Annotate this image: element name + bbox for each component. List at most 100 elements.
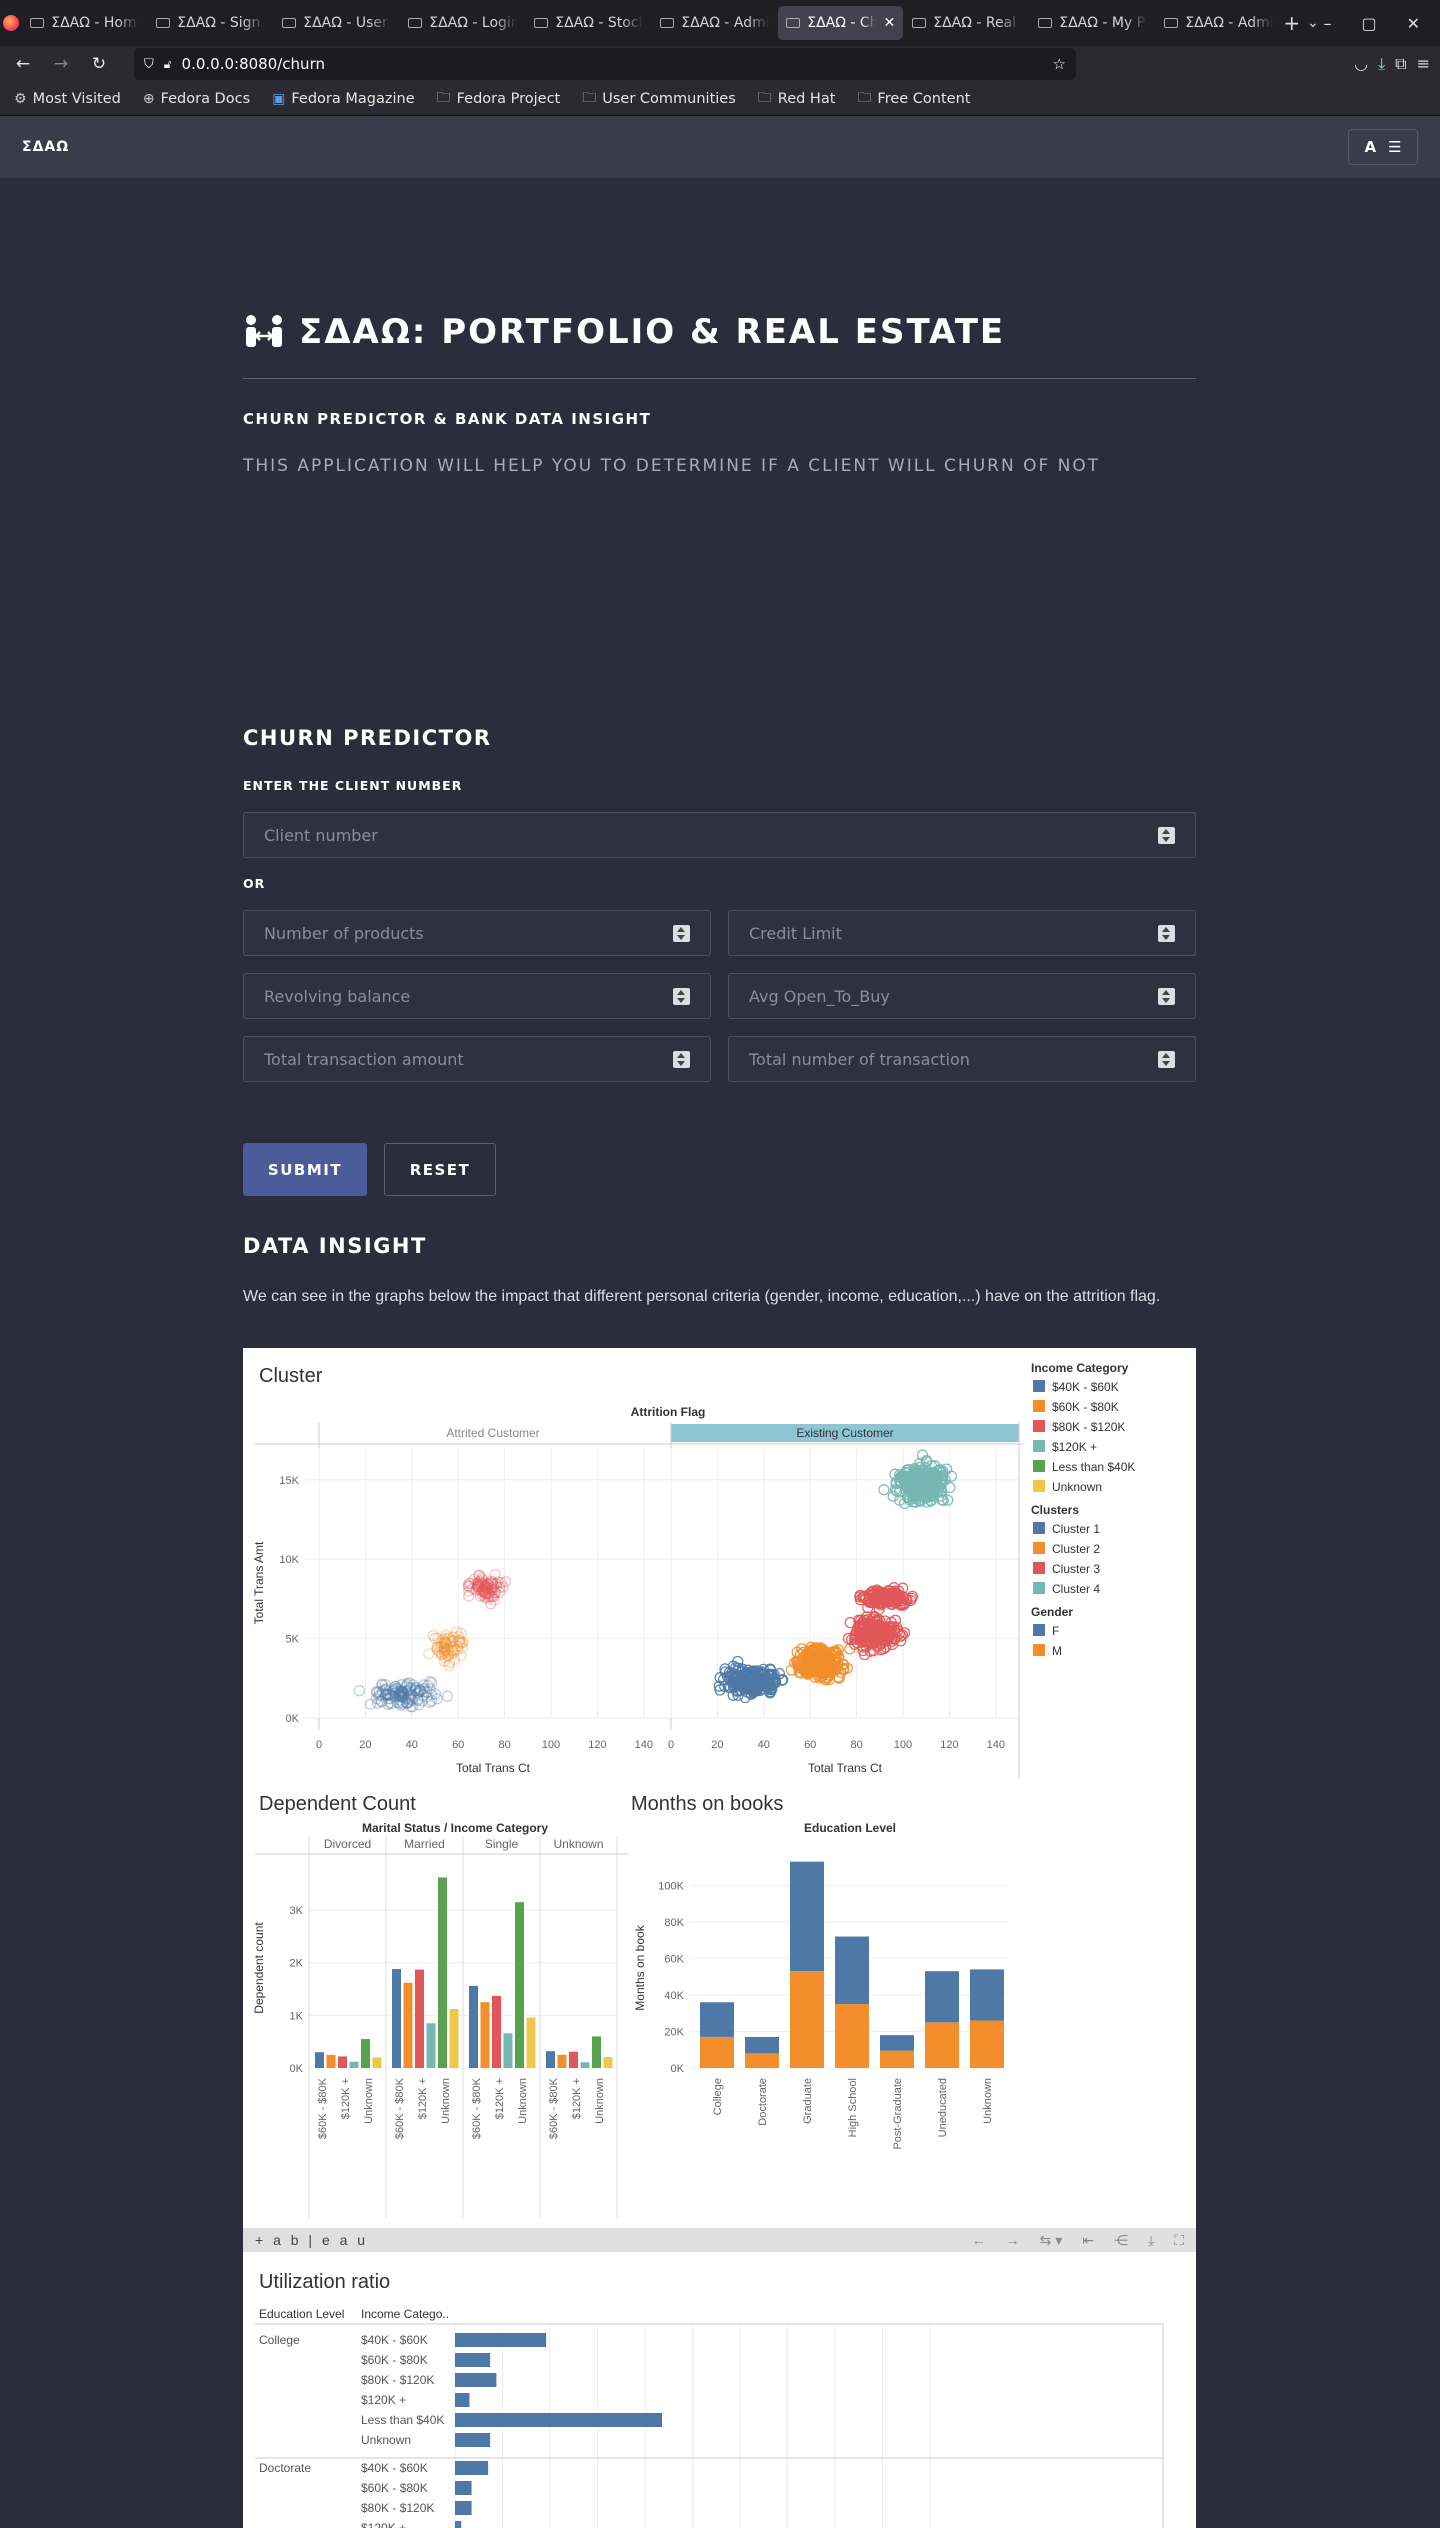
revolving-balance-input[interactable]: Revolving balance: [243, 973, 711, 1019]
browser-tab[interactable]: ΣΔΑΩ - Login: [400, 6, 525, 40]
bookmark-red-hat[interactable]: 🗀 Red Hat: [758, 87, 836, 111]
revert-icon[interactable]: ⇆ ▾: [1040, 2232, 1063, 2249]
browser-tab[interactable]: ΣΔΑΩ - Sign: [148, 6, 273, 40]
bookmark-star-icon[interactable]: ☆: [1053, 55, 1066, 73]
url-text[interactable]: 0.0.0.0:8080/churn: [182, 55, 1043, 73]
app-menu-icon[interactable]: ≡: [1417, 54, 1430, 74]
minimize-icon[interactable]: –: [1323, 14, 1331, 33]
firefox-menu-icon[interactable]: [0, 0, 22, 46]
tab-favicon-icon: [912, 18, 927, 28]
spinner-icon[interactable]: [673, 924, 690, 942]
chart-title: Utilization ratio: [259, 2271, 390, 2293]
tab-label: ΣΔΑΩ - Admin: [1185, 15, 1274, 31]
tableau-logo: + a b | e a u: [255, 2232, 369, 2248]
fullscreen-icon[interactable]: ⛶: [1174, 2232, 1184, 2249]
total-transaction-amount-input[interactable]: Total transaction amount: [243, 1036, 711, 1082]
bookmark-fedora-project[interactable]: 🗀 Fedora Project: [437, 87, 561, 111]
row-label: $60K - $80K: [361, 2481, 428, 2495]
list-tabs-icon[interactable]: ⌄: [1302, 6, 1323, 40]
lock-icon[interactable]: 🔓︎: [164, 57, 172, 72]
spinner-icon[interactable]: [1158, 987, 1175, 1005]
pocket-icon[interactable]: ◡: [1354, 54, 1368, 74]
credit-limit-input[interactable]: Credit Limit: [728, 910, 1196, 956]
client-number-input[interactable]: Client number: [243, 812, 1196, 858]
spinner-icon[interactable]: [1158, 1050, 1175, 1068]
bar: [700, 2036, 734, 2068]
x-tick-label: Doctorate: [757, 2078, 769, 2126]
close-window-icon[interactable]: ✕: [1407, 14, 1420, 33]
reload-icon[interactable]: ↻: [84, 49, 114, 79]
bookmark-user-communities[interactable]: 🗀 User Communities: [582, 87, 736, 111]
reset-button[interactable]: RESET: [384, 1143, 496, 1196]
new-tab-icon[interactable]: +: [1281, 6, 1302, 40]
extensions-icon[interactable]: ⧉: [1395, 54, 1406, 74]
address-bar[interactable]: ⛉ 🔓︎ 0.0.0.0:8080/churn ☆: [134, 48, 1076, 80]
x-tick-label: 140: [635, 1739, 653, 1751]
legend-swatch: [1033, 1624, 1045, 1636]
legend-label: $40K - $60K: [1052, 1380, 1119, 1394]
scatter-point: [441, 1690, 454, 1702]
back-icon[interactable]: ←: [8, 49, 38, 79]
close-tab-icon[interactable]: ✕: [884, 15, 896, 31]
number-of-products-input[interactable]: Number of products: [243, 910, 711, 956]
redo-icon[interactable]: →: [1006, 2232, 1020, 2249]
browser-tab[interactable]: ΣΔΑΩ - My P: [1030, 6, 1155, 40]
utilization-ratio-chart[interactable]: Utilization ratio Education Level Income C…: [243, 2252, 1196, 2528]
people-arrows-icon: [246, 315, 282, 347]
browser-tab[interactable]: ΣΔΑΩ - Churn ✕: [778, 6, 904, 40]
shield-icon[interactable]: ⛉: [144, 57, 154, 72]
bookmark-fedora-magazine[interactable]: ▣ Fedora Magazine: [272, 91, 414, 107]
download-icon[interactable]: ⤓: [1148, 2232, 1154, 2249]
site-brand[interactable]: ΣΔΑΩ: [22, 139, 69, 155]
page-title: ΣΔΑΩ: PORTFOLIO & REAL ESTATE: [243, 312, 1005, 352]
bar: [835, 2004, 869, 2068]
page-title-text: ΣΔΑΩ: PORTFOLIO & REAL ESTATE: [299, 312, 1006, 352]
bar: [557, 2054, 567, 2068]
credit-limit-placeholder: Credit Limit: [749, 923, 842, 943]
bookmark-most-visited[interactable]: ⚙ Most Visited: [14, 91, 121, 107]
tab-favicon-icon: [534, 18, 549, 28]
submit-button[interactable]: SUBMIT: [243, 1143, 367, 1196]
browser-tab[interactable]: ΣΔΑΩ - Home: [22, 6, 147, 40]
bar: [592, 2036, 601, 2068]
y-tick-label: 100K: [658, 1880, 684, 1892]
pause-icon[interactable]: ⇤: [1082, 2232, 1094, 2249]
months-on-books-chart[interactable]: Months on books Education Level 0K 20K 40K 60…: [628, 1778, 1013, 2228]
total-number-of-transaction-input[interactable]: Total number of transaction: [728, 1036, 1196, 1082]
spinner-icon[interactable]: [673, 987, 690, 1005]
x-tick-label: 40: [406, 1739, 418, 1751]
x-axis-label: Total Trans Ct: [808, 1761, 883, 1775]
spinner-icon[interactable]: [673, 1050, 690, 1068]
tableau-visualization[interactable]: Cluster Attrition Flag Attrited Customer 0 2…: [243, 1348, 1196, 2528]
browser-tab[interactable]: ΣΔΑΩ - Admin: [1156, 6, 1281, 40]
group-label: Divorced: [324, 1837, 371, 1851]
bookmark-free-content[interactable]: 🗀 Free Content: [857, 87, 970, 111]
share-icon[interactable]: ⋲: [1114, 2232, 1128, 2249]
menu-button[interactable]: A ☰: [1348, 129, 1418, 165]
data-insight-heading: DATA INSIGHT: [243, 1234, 427, 1258]
spinner-icon[interactable]: [1158, 924, 1175, 942]
forward-icon[interactable]: →: [46, 49, 76, 79]
total-number-of-transaction-placeholder: Total number of transaction: [749, 1049, 970, 1069]
group-label: Married: [404, 1837, 445, 1851]
x-tick-label: 140: [987, 1739, 1005, 1751]
browser-tab[interactable]: ΣΔΑΩ - Admin: [652, 6, 777, 40]
tab-favicon-icon: [156, 18, 171, 28]
bookmark-fedora-docs[interactable]: ⊕ Fedora Docs: [143, 91, 250, 107]
dependent-count-chart[interactable]: Dependent Count Marital Status / Income C…: [243, 1778, 628, 2228]
tab-label: ΣΔΑΩ - Sign: [177, 15, 261, 31]
legend-label: F: [1052, 1624, 1059, 1638]
group-label: Unknown: [553, 1837, 603, 1851]
downloads-icon[interactable]: ⤓: [1378, 54, 1385, 74]
maximize-icon[interactable]: ▢: [1361, 14, 1376, 33]
x-tick-label: 120: [940, 1739, 958, 1751]
avg-open-to-buy-input[interactable]: Avg Open_To_Buy: [728, 973, 1196, 1019]
y-axis-label: Dependent count: [252, 1922, 266, 2014]
spinner-icon[interactable]: [1158, 826, 1175, 844]
x-tick-label: $60K - $80K: [394, 2077, 406, 2139]
browser-tab[interactable]: ΣΔΑΩ - User: [274, 6, 399, 40]
cluster-chart[interactable]: Cluster Attrition Flag Attrited Customer 0 2…: [243, 1348, 1196, 1778]
undo-icon[interactable]: ←: [972, 2232, 986, 2249]
browser-tab[interactable]: ΣΔΑΩ - Real: [904, 6, 1029, 40]
browser-tab[interactable]: ΣΔΑΩ - Stock: [526, 6, 651, 40]
